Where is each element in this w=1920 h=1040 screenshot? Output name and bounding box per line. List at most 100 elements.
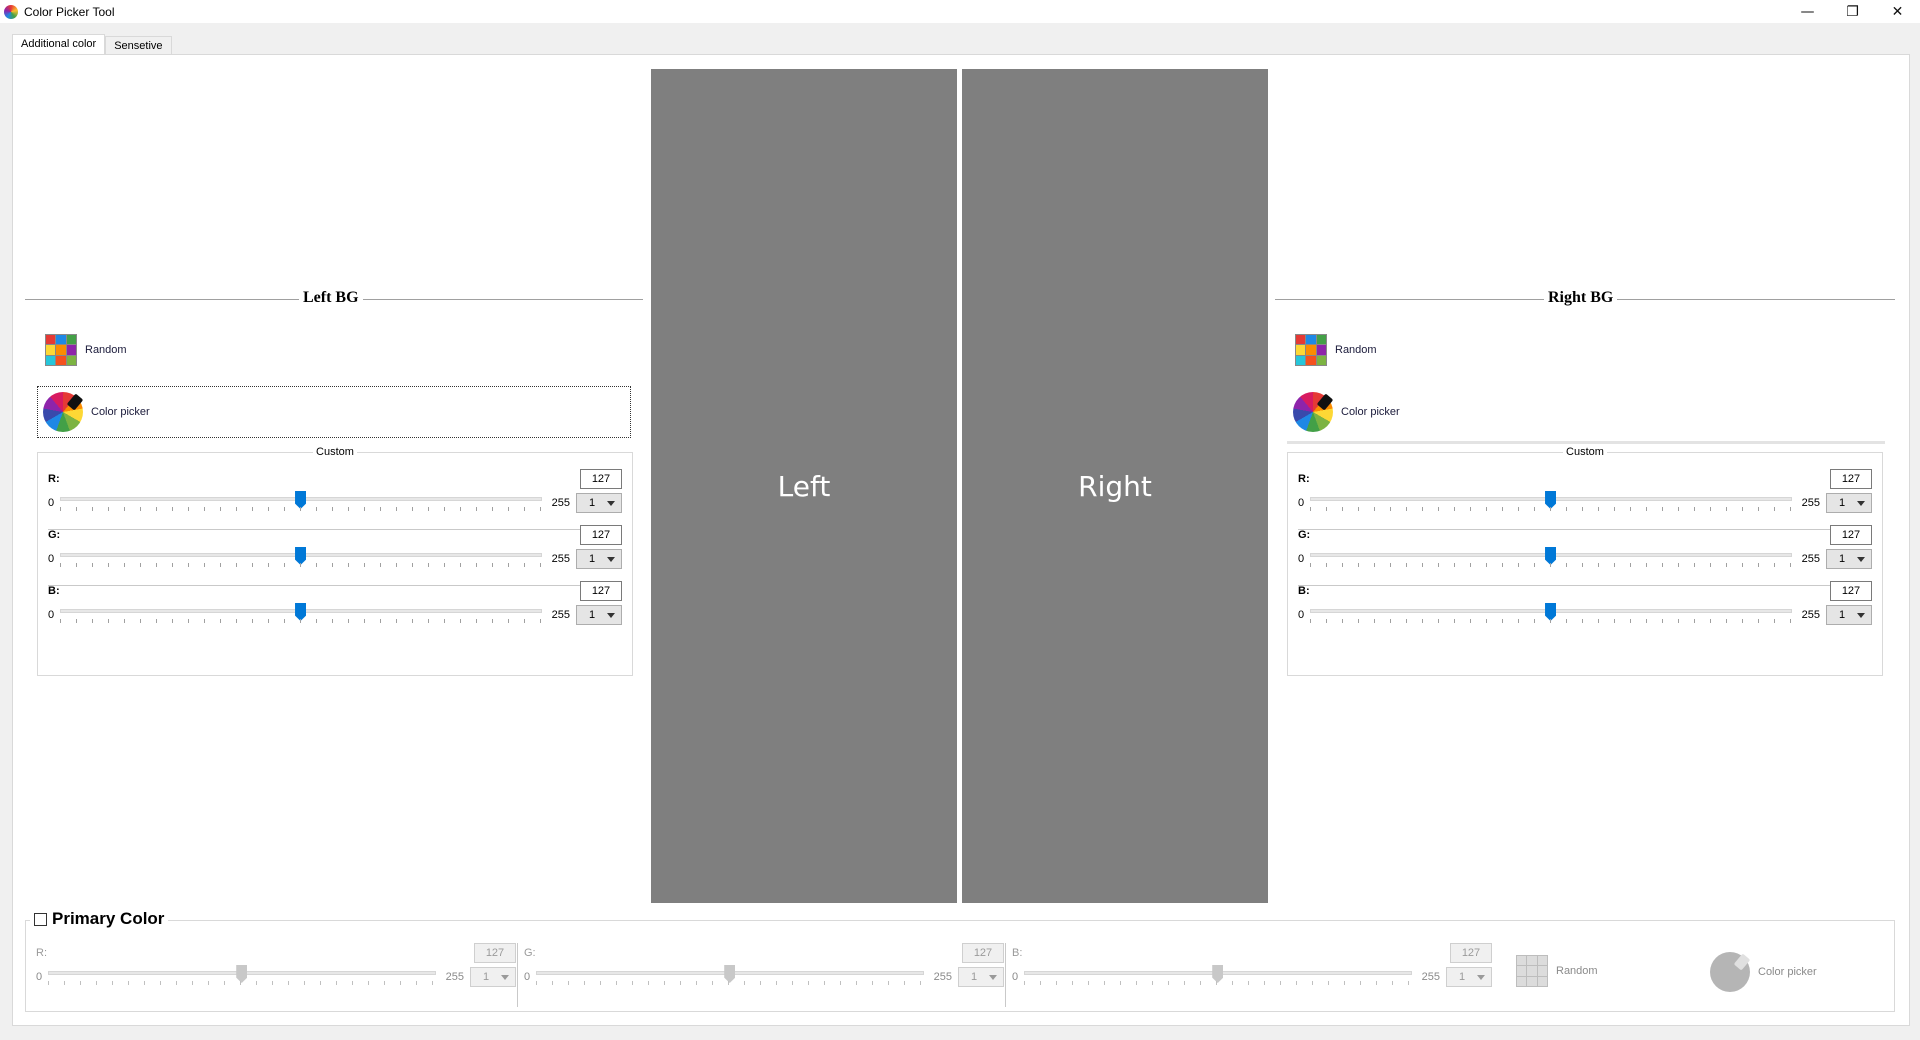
primary-slider-max: 255 <box>933 971 952 983</box>
left-r-step-select[interactable]: 1 <box>576 493 622 513</box>
right-r-slider[interactable] <box>1310 491 1792 509</box>
primary-g-label: G: <box>524 947 536 959</box>
left-b-slider[interactable] <box>60 603 542 621</box>
left-b-value-input[interactable]: 127 <box>580 581 622 601</box>
left-custom-title: Custom <box>313 446 357 458</box>
left-g-slider[interactable] <box>60 547 542 565</box>
random-grid-cell <box>56 345 66 355</box>
right-slider-max: 255 <box>1801 497 1820 509</box>
primary-slider-max: 255 <box>445 971 464 983</box>
left-slider-min: 0 <box>48 553 55 565</box>
random-grid-cell <box>66 345 76 355</box>
tab-additional-color[interactable]: Additional color <box>12 34 106 55</box>
restore-button[interactable]: ❐ <box>1830 0 1875 23</box>
right-b-step-select[interactable]: 1 <box>1826 605 1872 625</box>
left-slider-max: 255 <box>551 497 570 509</box>
primary-channel-g: G: 127 0 255 1 <box>524 943 1004 1007</box>
left-slider-min: 0 <box>48 497 55 509</box>
right-g-slider[interactable] <box>1310 547 1792 565</box>
primary-b-value-input[interactable]: 127 <box>1450 943 1492 963</box>
primary-color-header: Primary Color <box>30 909 169 929</box>
random-grid-cell <box>1296 335 1306 345</box>
random-grid-cell <box>46 345 56 355</box>
right-g-value-input[interactable]: 127 <box>1830 525 1872 545</box>
primary-r-slider[interactable] <box>48 965 436 983</box>
slider-ticks <box>60 507 542 511</box>
color-wheel-icon <box>1293 392 1333 432</box>
right-r-step-select[interactable]: 1 <box>1826 493 1872 513</box>
left-random-button[interactable]: Random <box>45 334 127 366</box>
primary-g-value-input[interactable]: 127 <box>962 943 1004 963</box>
right-g-label: G: <box>1298 529 1311 541</box>
random-grid-cell <box>1517 956 1527 966</box>
right-channel-b: B: 127 0 255 1 <box>1298 581 1872 653</box>
random-grid-cell <box>1537 966 1547 976</box>
primary-g-step-select[interactable]: 1 <box>958 967 1004 987</box>
primary-color-group: Primary Color Random Color picker R: 127… <box>25 909 1895 1012</box>
primary-color-picker-button[interactable]: Color picker <box>1710 952 1817 992</box>
minimize-button[interactable]: — <box>1785 0 1830 23</box>
primary-g-slider[interactable] <box>536 965 924 983</box>
random-grid-icon <box>45 334 77 366</box>
right-b-slider[interactable] <box>1310 603 1792 621</box>
left-b-label: B: <box>48 585 60 597</box>
primary-slider-min: 0 <box>524 971 531 983</box>
right-b-value-input[interactable]: 127 <box>1830 581 1872 601</box>
right-color-picker-label: Color picker <box>1341 406 1400 418</box>
title-bar: Color Picker Tool — ❐ ✕ <box>0 0 1920 23</box>
left-g-step-select[interactable]: 1 <box>576 549 622 569</box>
left-channel-b: B: 127 0 255 1 <box>48 581 622 653</box>
left-g-value-input[interactable]: 127 <box>580 525 622 545</box>
right-g-step-select[interactable]: 1 <box>1826 549 1872 569</box>
random-grid-cell <box>1517 976 1527 986</box>
left-random-label: Random <box>85 344 127 356</box>
right-picker-underline <box>1287 441 1885 444</box>
right-color-picker-button[interactable]: Color picker <box>1293 392 1400 432</box>
right-b-label: B: <box>1298 585 1310 597</box>
slider-ticks <box>1310 619 1792 623</box>
left-slider-min: 0 <box>48 609 55 621</box>
left-r-slider[interactable] <box>60 491 542 509</box>
primary-r-value-input[interactable]: 127 <box>474 943 516 963</box>
random-grid-cell <box>46 335 56 345</box>
random-grid-cell <box>1517 966 1527 976</box>
right-custom-group: Custom R: 127 0 255 1 G: 127 0 255 1 B: … <box>1287 446 1883 676</box>
random-grid-cell <box>1537 956 1547 966</box>
random-grid-cell <box>1306 335 1316 345</box>
random-grid-cell <box>1316 335 1326 345</box>
primary-b-slider[interactable] <box>1024 965 1412 983</box>
right-r-value-input[interactable]: 127 <box>1830 469 1872 489</box>
primary-b-label: B: <box>1012 947 1023 959</box>
primary-random-button[interactable]: Random <box>1516 955 1598 987</box>
right-slider-min: 0 <box>1298 553 1305 565</box>
right-slider-max: 255 <box>1801 609 1820 621</box>
random-grid-cell <box>56 335 66 345</box>
right-random-button[interactable]: Random <box>1295 334 1377 366</box>
close-button[interactable]: ✕ <box>1875 0 1920 23</box>
primary-channel-r: R: 127 0 255 1 <box>36 943 516 1007</box>
slider-ticks <box>1310 563 1792 567</box>
right-preview-panel: Right <box>962 69 1268 903</box>
primary-slider-max: 255 <box>1421 971 1440 983</box>
left-color-picker-label: Color picker <box>91 406 150 418</box>
primary-color-checkbox[interactable] <box>34 912 47 926</box>
color-wheel-icon <box>1710 952 1750 992</box>
right-random-label: Random <box>1335 344 1377 356</box>
primary-color-picker-label: Color picker <box>1758 966 1817 978</box>
random-grid-cell <box>1296 355 1306 365</box>
right-bg-title: Right BG <box>1544 289 1618 307</box>
right-custom-title: Custom <box>1563 446 1607 458</box>
left-bg-title: Left BG <box>299 289 363 307</box>
left-slider-max: 255 <box>551 553 570 565</box>
right-preview-label: Right <box>1078 469 1152 503</box>
primary-separator <box>517 943 518 1007</box>
left-b-step-select[interactable]: 1 <box>576 605 622 625</box>
tab-sensetive[interactable]: Sensetive <box>105 36 172 55</box>
color-wheel-icon <box>43 392 83 432</box>
primary-b-step-select[interactable]: 1 <box>1446 967 1492 987</box>
random-grid-cell <box>66 335 76 345</box>
window-title: Color Picker Tool <box>24 4 115 19</box>
left-r-value-input[interactable]: 127 <box>580 469 622 489</box>
tab-page: Left BG Random Color picker Custom R: 12… <box>12 54 1910 1026</box>
primary-r-step-select[interactable]: 1 <box>470 967 516 987</box>
